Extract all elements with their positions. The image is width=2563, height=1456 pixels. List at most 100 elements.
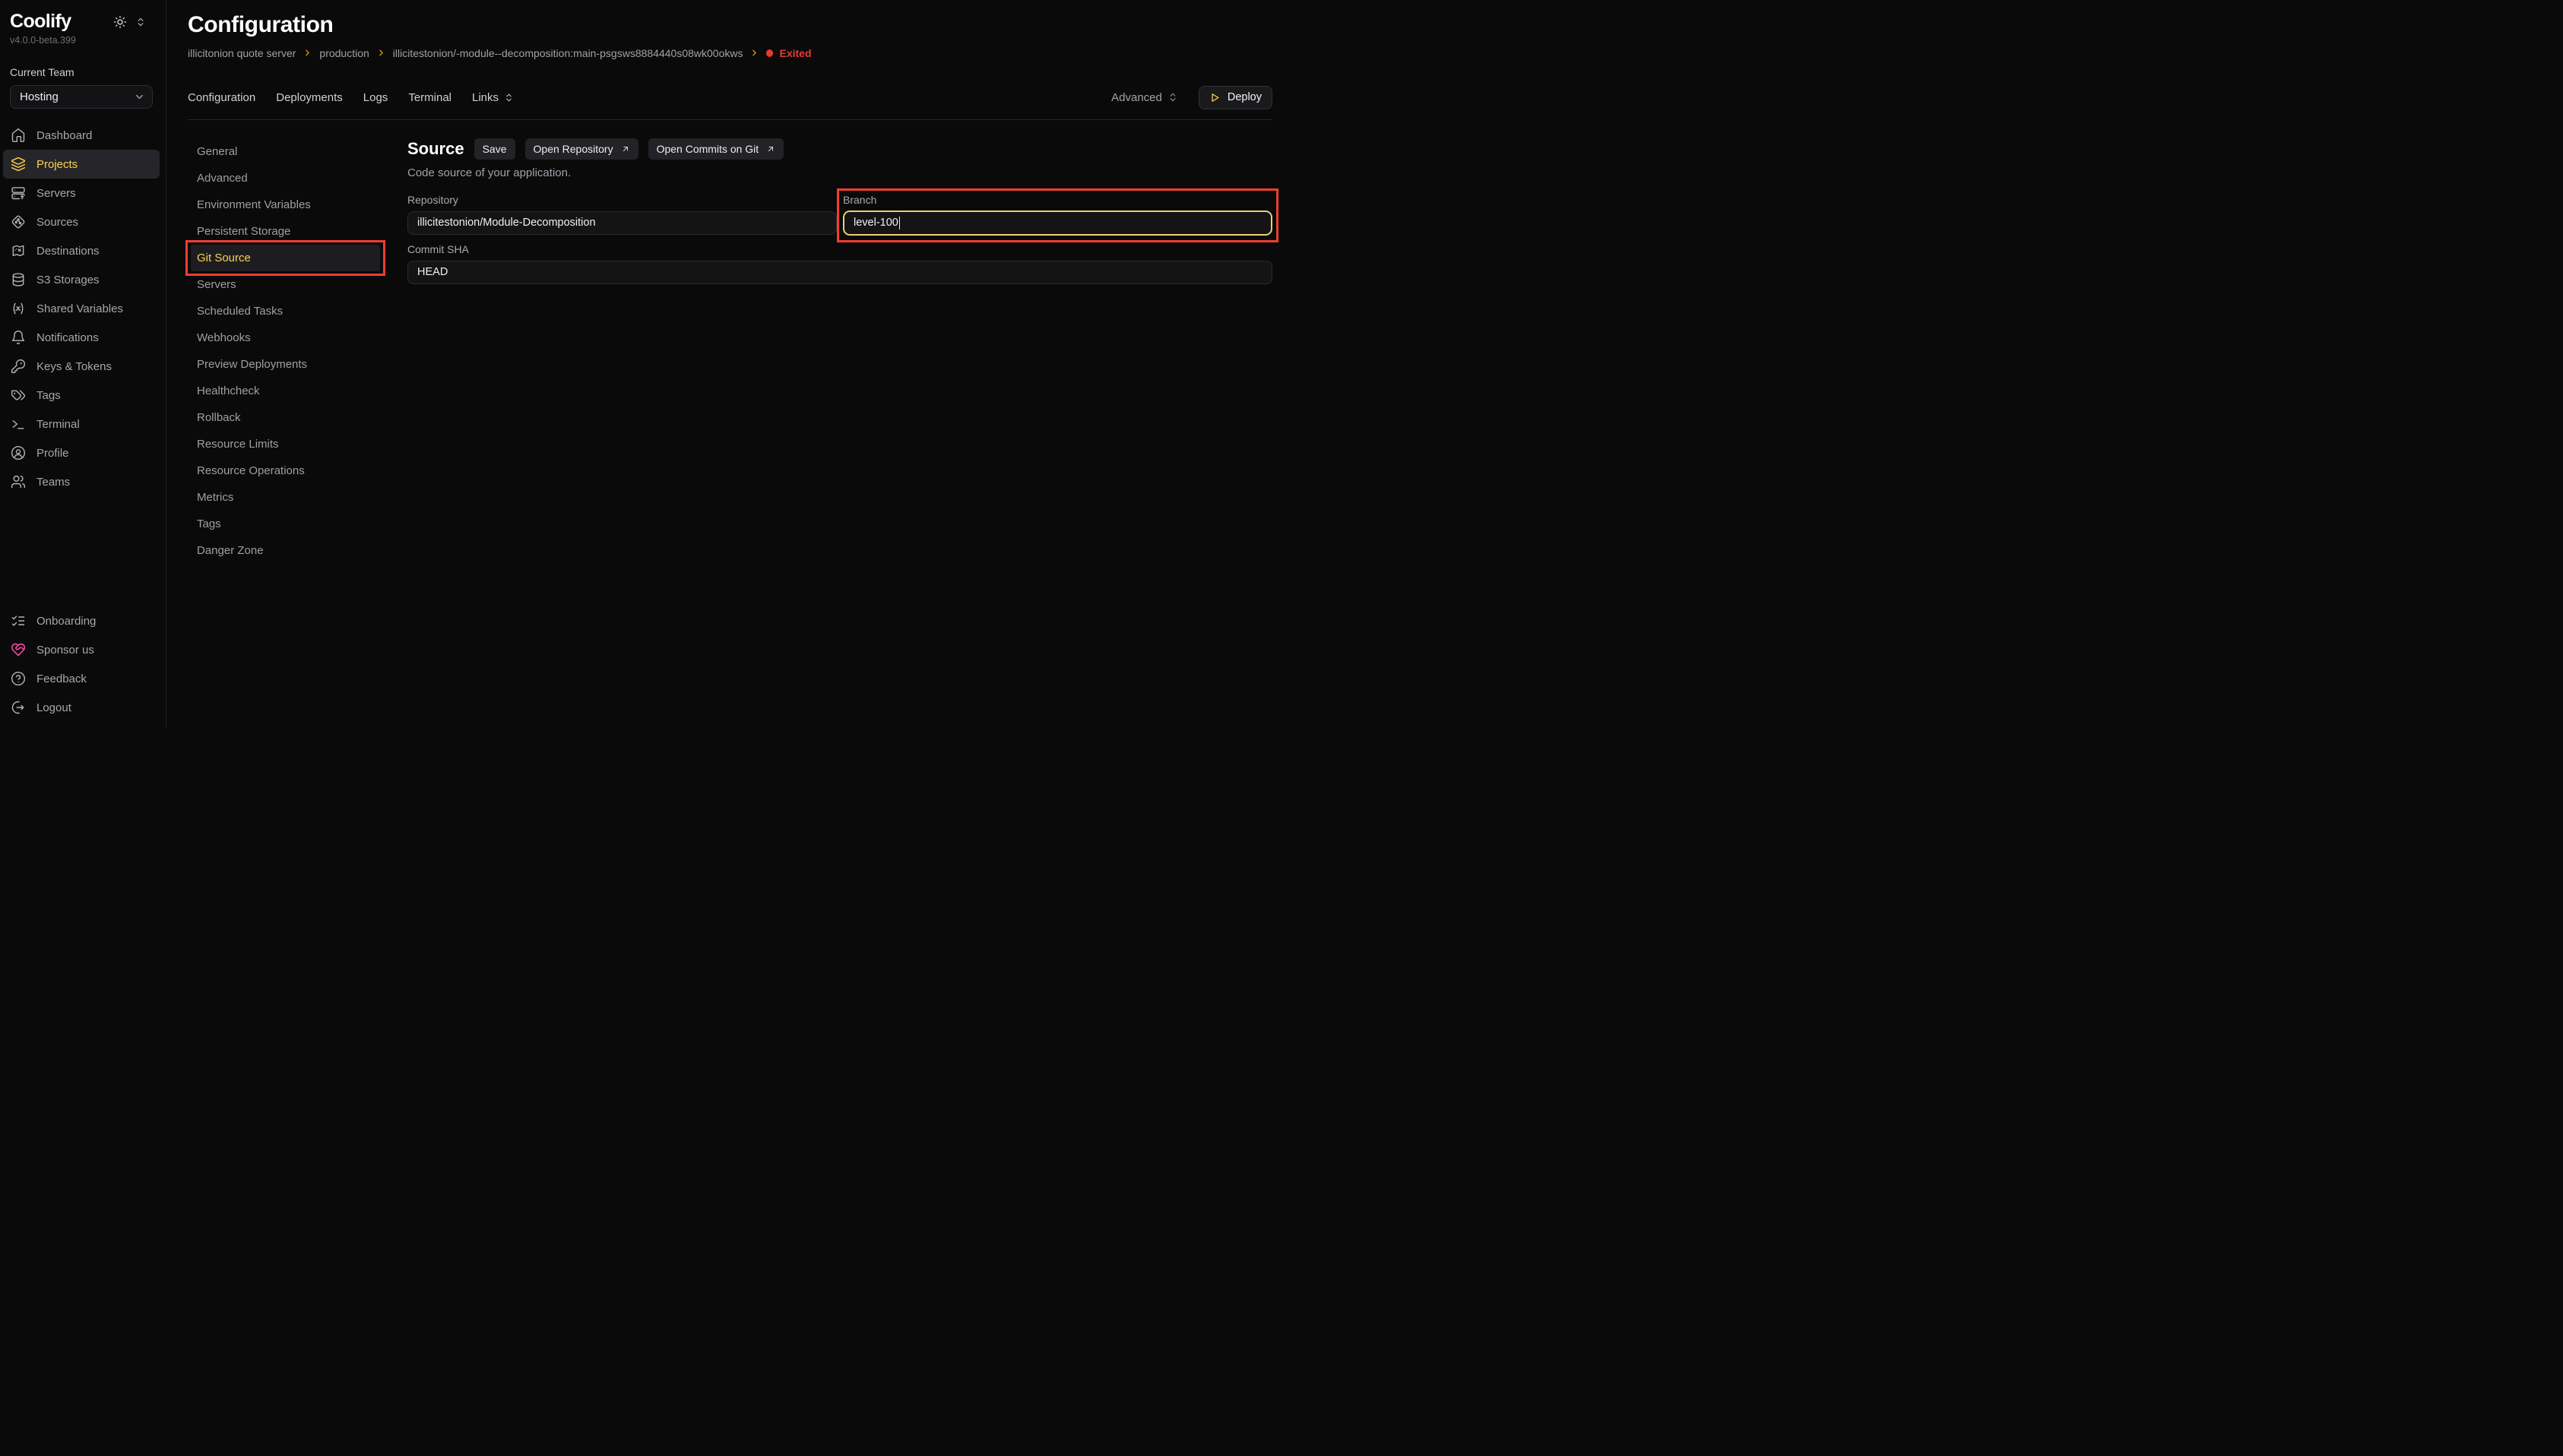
subnav-item-preview-deployments[interactable]: Preview Deployments xyxy=(197,351,407,378)
open-repository-button[interactable]: Open Repository xyxy=(525,138,638,160)
subnav-item-environment-variables[interactable]: Environment Variables xyxy=(197,191,407,218)
tabs: Configuration Deployments Logs Terminal … xyxy=(188,91,514,104)
git-source-panel: Source Save Open Repository Open Commits… xyxy=(407,138,1272,564)
sidebar-item-servers[interactable]: Servers xyxy=(0,179,166,207)
page-title: Configuration xyxy=(188,12,1272,39)
branch-field-group: Branch level-100 xyxy=(843,194,1272,236)
breadcrumb: illicitonion quote server production ill… xyxy=(188,47,1272,59)
subnav-item-git-source[interactable]: Git Source xyxy=(191,245,380,271)
tags-icon xyxy=(11,388,26,403)
subnav-item-healthcheck[interactable]: Healthcheck xyxy=(197,378,407,404)
commit-sha-label: Commit SHA xyxy=(407,243,1272,255)
subnav-item-scheduled-tasks[interactable]: Scheduled Tasks xyxy=(197,298,407,324)
sidebar-item-label: Profile xyxy=(36,447,69,460)
sidebar-item-destinations[interactable]: Destinations xyxy=(0,236,166,265)
bell-icon xyxy=(11,330,26,345)
sidebar-item-tags[interactable]: Tags xyxy=(0,381,166,410)
sidebar-item-sources[interactable]: Sources xyxy=(0,207,166,236)
subnav-item-metrics[interactable]: Metrics xyxy=(197,484,407,511)
tab-configuration[interactable]: Configuration xyxy=(188,91,255,104)
sidebar-header-icons xyxy=(113,15,146,29)
subnav-item-rollback[interactable]: Rollback xyxy=(197,404,407,431)
main-area: Configuration illicitonion quote server … xyxy=(166,0,1282,728)
map-icon xyxy=(11,243,26,258)
sidebar-item-label: Logout xyxy=(36,701,71,714)
breadcrumb-project[interactable]: illicitonion quote server xyxy=(188,47,296,59)
subnav-item-servers[interactable]: Servers xyxy=(197,271,407,298)
sidebar-item-label: Projects xyxy=(36,158,78,171)
sidebar-item-label: Notifications xyxy=(36,331,99,344)
logout-icon xyxy=(11,700,26,715)
theme-toggle-sun-icon[interactable] xyxy=(113,15,127,29)
subnav-item-general[interactable]: General xyxy=(197,138,407,165)
sidebar-item-projects[interactable]: Projects xyxy=(3,150,160,179)
play-icon xyxy=(1209,92,1221,103)
git-icon xyxy=(11,214,26,229)
tab-logs[interactable]: Logs xyxy=(363,91,388,104)
branch-input[interactable]: level-100 xyxy=(843,210,1272,236)
chevron-right-icon xyxy=(303,48,312,58)
variables-icon xyxy=(11,301,26,316)
config-subnav: General Advanced Environment Variables P… xyxy=(188,138,407,564)
sidebar-item-dashboard[interactable]: Dashboard xyxy=(0,121,166,150)
sidebar-item-label: Sponsor us xyxy=(36,644,94,657)
database-icon xyxy=(11,272,26,287)
sidebar-footer-nav: Onboarding Sponsor us Feedback Logout xyxy=(0,606,166,722)
sidebar-item-sponsor-us[interactable]: Sponsor us xyxy=(0,635,166,664)
tab-terminal[interactable]: Terminal xyxy=(408,91,451,104)
tab-bar: Configuration Deployments Logs Terminal … xyxy=(188,86,1272,109)
team-select[interactable]: Hosting xyxy=(10,85,153,109)
tab-deployments[interactable]: Deployments xyxy=(276,91,343,104)
source-fields: Repository illicitestonion/Module-Decomp… xyxy=(407,194,1272,284)
status-text: Exited xyxy=(779,47,811,59)
chevron-right-icon xyxy=(749,48,759,58)
subnav-item-webhooks[interactable]: Webhooks xyxy=(197,324,407,351)
sidebar-item-shared-variables[interactable]: Shared Variables xyxy=(0,294,166,323)
subnav-item-advanced[interactable]: Advanced xyxy=(197,165,407,191)
sidebar-item-label: Terminal xyxy=(36,418,80,431)
app-logo[interactable]: Coolify xyxy=(10,11,71,33)
subnav-item-danger-zone[interactable]: Danger Zone xyxy=(197,537,407,564)
open-commits-button[interactable]: Open Commits on Git xyxy=(648,138,784,160)
sidebar-item-feedback[interactable]: Feedback xyxy=(0,664,166,693)
subnav-item-persistent-storage[interactable]: Persistent Storage xyxy=(197,218,407,245)
theme-switcher-chevrons-icon[interactable] xyxy=(135,17,146,27)
commit-sha-field-group: Commit SHA HEAD xyxy=(407,243,1272,284)
current-team-label: Current Team xyxy=(0,66,166,78)
configuration-content: General Advanced Environment Variables P… xyxy=(188,138,1272,564)
users-icon xyxy=(11,474,26,489)
source-title: Source xyxy=(407,139,464,159)
app-version: v4.0.0-beta.399 xyxy=(0,35,166,46)
breadcrumb-environment[interactable]: production xyxy=(319,47,369,59)
sidebar-header: Coolify xyxy=(0,9,166,33)
sidebar-item-s3-storages[interactable]: S3 Storages xyxy=(0,265,166,294)
breadcrumb-application[interactable]: illicitestonion/-module--decomposition:m… xyxy=(393,47,743,59)
sidebar-item-notifications[interactable]: Notifications xyxy=(0,323,166,352)
sidebar-item-label: Feedback xyxy=(36,673,87,685)
coolify-app: Coolify v4.0.0-beta.399 Current Team Hos… xyxy=(0,0,1282,728)
sidebar-item-label: Destinations xyxy=(36,245,100,258)
checklist-icon xyxy=(11,613,26,628)
save-button[interactable]: Save xyxy=(474,138,515,160)
repository-input[interactable]: illicitestonion/Module-Decomposition xyxy=(407,211,837,235)
tab-links[interactable]: Links xyxy=(472,91,514,104)
sidebar-item-teams[interactable]: Teams xyxy=(0,467,166,496)
subnav-item-resource-operations[interactable]: Resource Operations xyxy=(197,457,407,484)
deploy-button[interactable]: Deploy xyxy=(1199,86,1272,109)
subnav-item-tags[interactable]: Tags xyxy=(197,511,407,537)
commit-sha-input[interactable]: HEAD xyxy=(407,261,1272,284)
sidebar-item-onboarding[interactable]: Onboarding xyxy=(0,606,166,635)
sidebar-item-logout[interactable]: Logout xyxy=(0,693,166,722)
branch-value: level-100 xyxy=(854,217,898,229)
user-circle-icon xyxy=(11,445,26,461)
advanced-dropdown[interactable]: Advanced xyxy=(1111,91,1178,104)
sidebar-item-profile[interactable]: Profile xyxy=(0,438,166,467)
sidebar-item-label: Onboarding xyxy=(36,615,96,628)
subnav-item-resource-limits[interactable]: Resource Limits xyxy=(197,431,407,457)
sidebar-item-label: Dashboard xyxy=(36,129,92,142)
sidebar-nav: Dashboard Projects Servers Sources Desti… xyxy=(0,121,166,496)
sidebar-item-terminal[interactable]: Terminal xyxy=(0,410,166,438)
branch-label: Branch xyxy=(843,194,1272,206)
sidebar-item-keys-tokens[interactable]: Keys & Tokens xyxy=(0,352,166,381)
chevrons-up-down-icon xyxy=(504,93,514,103)
